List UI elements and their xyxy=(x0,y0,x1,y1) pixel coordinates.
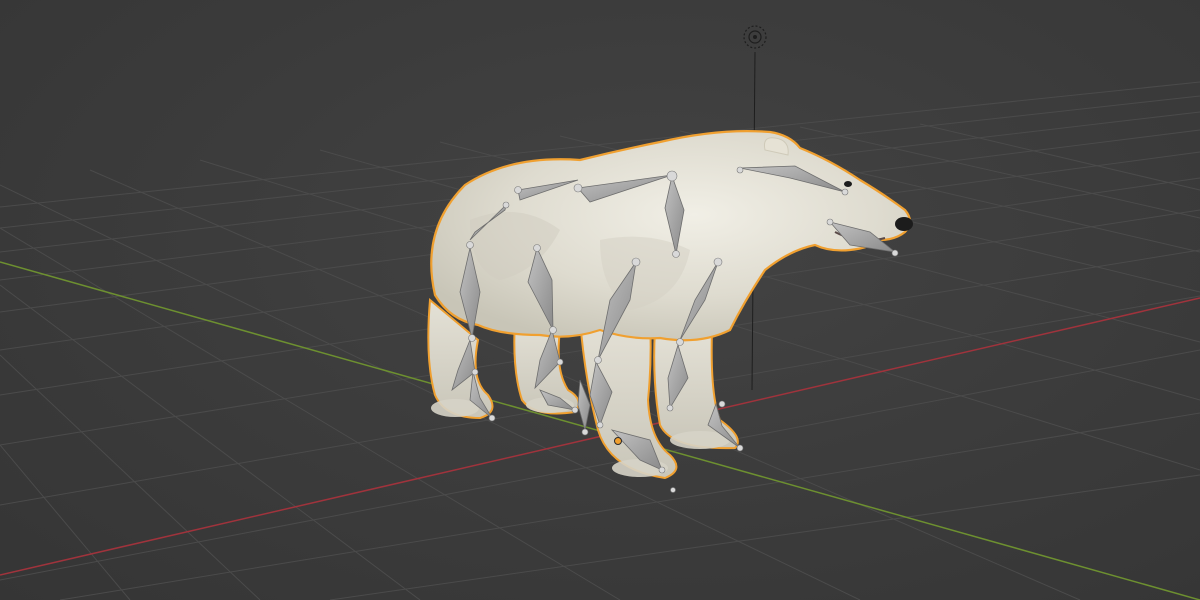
3d-viewport[interactable] xyxy=(0,0,1200,600)
bear-eye xyxy=(844,181,852,187)
bear-nose xyxy=(895,217,913,231)
object-origin-dot[interactable] xyxy=(614,437,622,445)
viewport-scene[interactable] xyxy=(0,0,1200,600)
